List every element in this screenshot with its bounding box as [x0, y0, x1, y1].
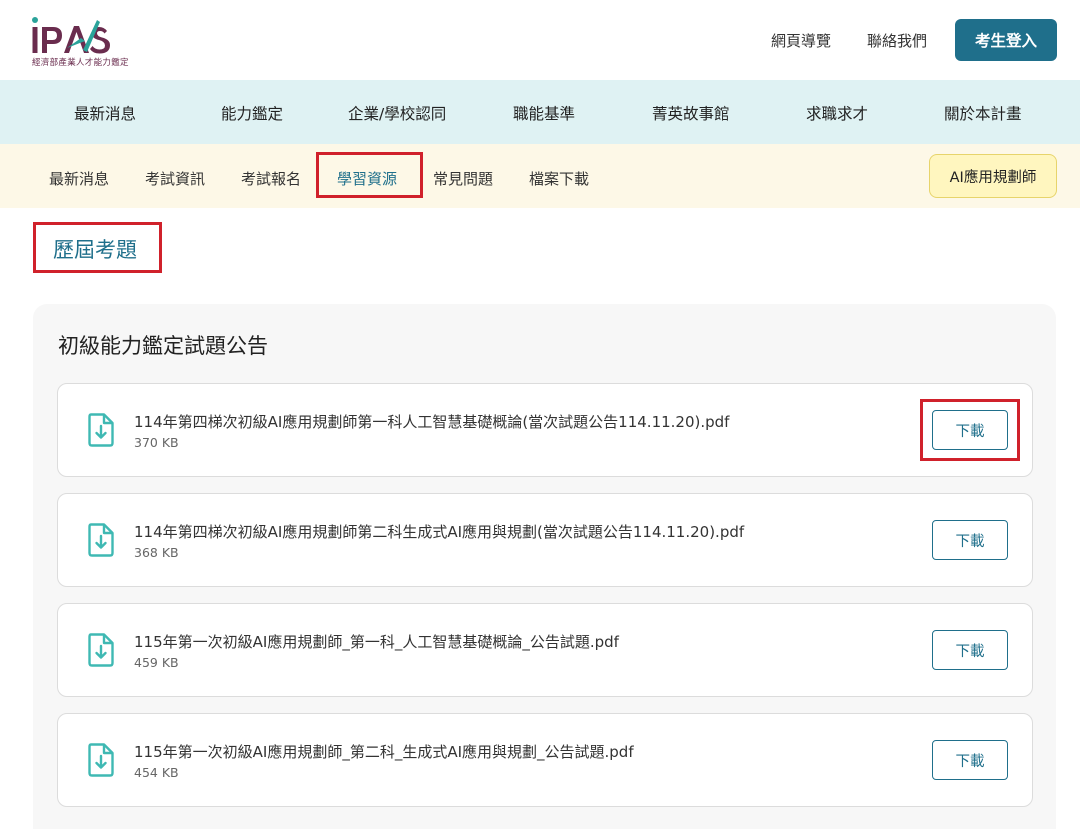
file-size: 370 KB — [134, 435, 179, 450]
section-title: 初級能力鑑定試題公告 — [58, 334, 268, 358]
ipas-logo-mark — [32, 17, 110, 54]
sub-nav-registration[interactable]: 考試報名 — [241, 168, 301, 189]
sub-nav-downloads[interactable]: 檔案下載 — [529, 168, 589, 189]
file-size: 459 KB — [134, 655, 179, 670]
site-header: 經濟部產業人才能力鑑定 網頁導覽 聯絡我們 考生登入 — [0, 0, 1080, 80]
file-list-item: 114年第四梯次初級AI應用規劃師第一科人工智慧基礎概論(當次試題公告114.1… — [57, 383, 1033, 477]
sub-nav: 最新消息 考試資訊 考試報名 學習資源 常見問題 檔案下載 — [0, 144, 1080, 208]
file-size: 368 KB — [134, 545, 179, 560]
file-download-icon — [88, 523, 114, 557]
download-button[interactable]: 下載 — [932, 740, 1008, 780]
file-download-icon — [88, 743, 114, 777]
ipas-logo[interactable]: 經濟部產業人才能力鑑定 — [31, 14, 131, 70]
file-download-icon — [88, 633, 114, 667]
sub-nav-exam-info[interactable]: 考試資訊 — [145, 168, 205, 189]
contact-us-link[interactable]: 聯絡我們 — [867, 30, 927, 51]
active-tab-highlight — [316, 152, 423, 198]
logo-subtitle: 經濟部產業人才能力鑑定 — [32, 58, 129, 68]
main-nav-competency[interactable]: 職能基準 — [513, 102, 575, 124]
main-nav-jobs[interactable]: 求職求才 — [806, 102, 868, 124]
file-download-icon — [88, 413, 114, 447]
download-button[interactable]: 下載 — [932, 630, 1008, 670]
file-list-item: 114年第四梯次初級AI應用規劃師第二科生成式AI應用與規劃(當次試題公告114… — [57, 493, 1033, 587]
main-nav-stories[interactable]: 菁英故事館 — [652, 102, 730, 124]
candidate-login-button[interactable]: 考生登入 — [955, 19, 1057, 61]
page-title: 歷屆考題 — [53, 238, 137, 262]
main-nav-about[interactable]: 關於本計畫 — [944, 102, 1022, 124]
main-nav-news[interactable]: 最新消息 — [74, 102, 136, 124]
file-name: 114年第四梯次初級AI應用規劃師第一科人工智慧基礎概論(當次試題公告114.1… — [134, 413, 730, 431]
file-name: 114年第四梯次初級AI應用規劃師第二科生成式AI應用與規劃(當次試題公告114… — [134, 523, 745, 541]
main-nav-certification[interactable]: 能力鑑定 — [221, 102, 283, 124]
file-size: 454 KB — [134, 765, 179, 780]
download-button[interactable]: 下載 — [932, 520, 1008, 560]
sub-nav-faq[interactable]: 常見問題 — [433, 168, 493, 189]
main-nav-endorsement[interactable]: 企業/學校認同 — [348, 102, 446, 124]
sub-nav-news[interactable]: 最新消息 — [49, 168, 109, 189]
file-list-item: 115年第一次初級AI應用規劃師_第一科_人工智慧基礎概論_公告試題.pdf 4… — [57, 603, 1033, 697]
file-list-item: 115年第一次初級AI應用規劃師_第二科_生成式AI應用與規劃_公告試題.pdf… — [57, 713, 1033, 807]
file-name: 115年第一次初級AI應用規劃師_第二科_生成式AI應用與規劃_公告試題.pdf — [134, 743, 634, 761]
main-nav: 最新消息 能力鑑定 企業/學校認同 職能基準 菁英故事館 求職求才 關於本計畫 — [0, 80, 1080, 144]
ai-planner-button[interactable]: AI應用規劃師 — [929, 154, 1057, 198]
site-map-link[interactable]: 網頁導覽 — [771, 30, 831, 51]
file-name: 115年第一次初級AI應用規劃師_第一科_人工智慧基礎概論_公告試題.pdf — [134, 633, 619, 651]
download-button-highlight — [920, 399, 1020, 461]
